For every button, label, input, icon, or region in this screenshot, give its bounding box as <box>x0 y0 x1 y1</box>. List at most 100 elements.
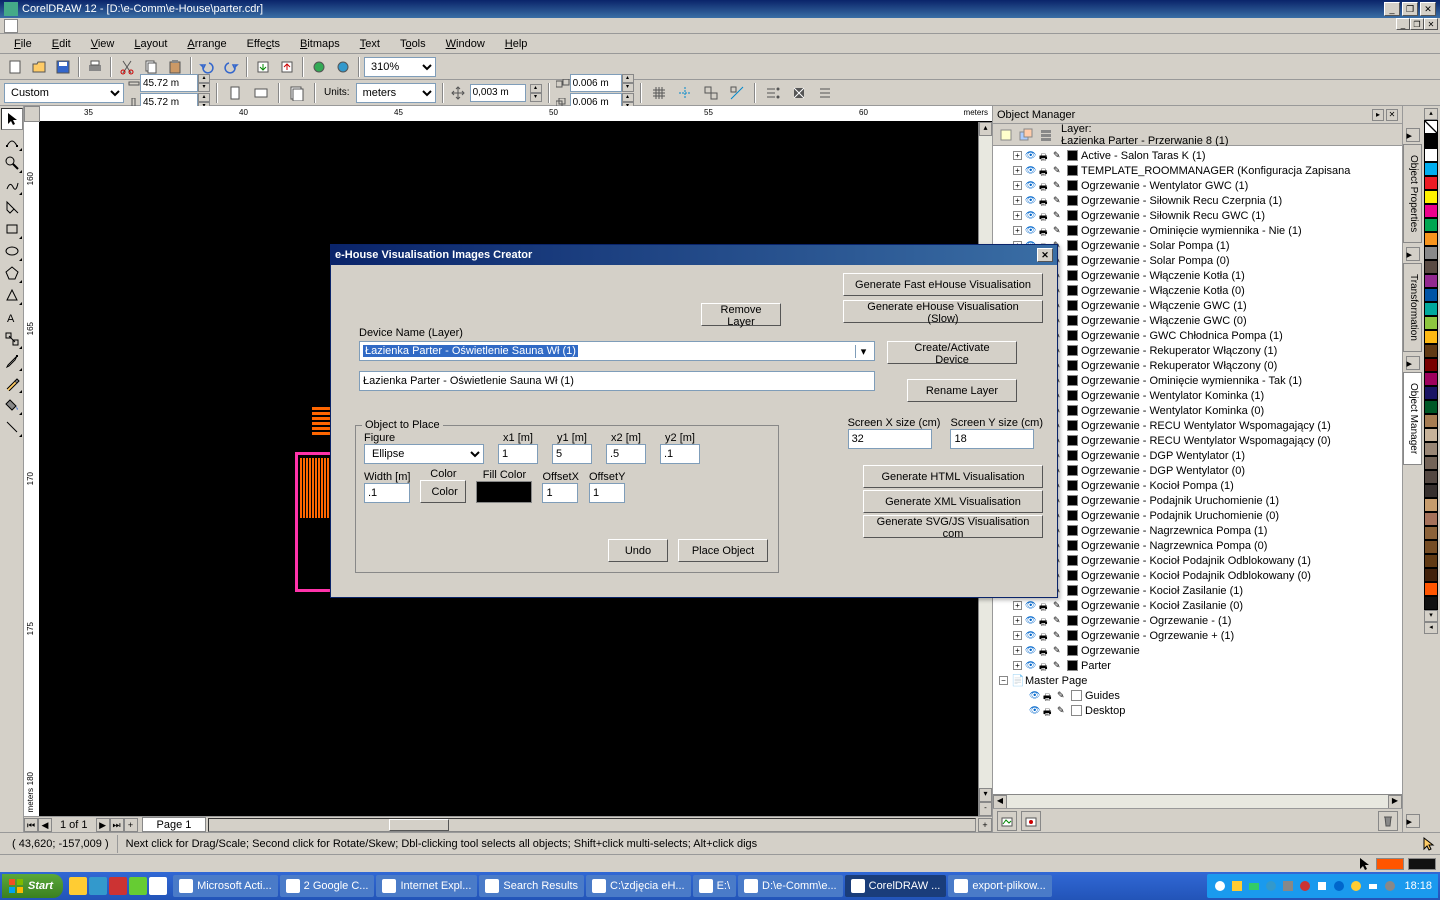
expand-icon[interactable]: + <box>1013 181 1022 190</box>
pencil-icon[interactable]: ✎ <box>1053 615 1067 626</box>
eye-icon[interactable]: 👁 <box>1025 600 1039 611</box>
units-select[interactable]: meters <box>356 83 436 103</box>
y1-input[interactable] <box>552 444 592 464</box>
expand-icon[interactable]: + <box>1013 211 1022 220</box>
document-icon[interactable] <box>4 19 18 33</box>
zoom-plus-button[interactable]: + <box>978 818 992 832</box>
color-swatch[interactable] <box>1067 480 1078 491</box>
master-page-row[interactable]: −📄Master Page <box>995 673 1400 688</box>
vertical-ruler[interactable]: 160 165 170 175 180 meters <box>24 122 40 816</box>
taskbar-item[interactable]: C:\zdjęcia eH... <box>586 875 691 897</box>
y2-input[interactable] <box>660 444 700 464</box>
shape-tool[interactable] <box>1 130 23 152</box>
layer-row[interactable]: +👁🖶✎Ogrzewanie - Wentylator GWC (1) <box>995 178 1400 193</box>
interactive-blend-tool[interactable] <box>1 328 23 350</box>
color-swatch[interactable] <box>1067 390 1078 401</box>
pencil-icon[interactable]: ✎ <box>1053 180 1067 191</box>
color-swatch[interactable] <box>1067 630 1078 641</box>
color-swatch[interactable] <box>1067 405 1078 416</box>
tray-icon[interactable] <box>1332 879 1346 893</box>
docker-tab-expand[interactable]: ▸ <box>1406 128 1420 142</box>
color-swatch[interactable] <box>1067 465 1078 476</box>
print-icon[interactable]: 🖶 <box>1039 645 1053 656</box>
tray-icon[interactable] <box>1230 879 1244 893</box>
expand-icon[interactable]: + <box>1013 166 1022 175</box>
delete-button[interactable] <box>1378 811 1398 831</box>
device-name-select[interactable]: Łazienka Parter - Oświetlenie Sauna Wł (… <box>359 341 875 361</box>
fill-color-indicator[interactable] <box>1376 858 1404 870</box>
color-swatch[interactable] <box>1067 555 1078 566</box>
expand-icon[interactable]: + <box>1013 661 1022 670</box>
start-button[interactable]: Start <box>2 874 63 898</box>
layer-row[interactable]: +👁🖶✎TEMPLATE_ROOMMANAGER (Konfiguracja Z… <box>995 163 1400 178</box>
color-swatch[interactable] <box>1067 195 1078 206</box>
redo-button[interactable] <box>220 56 242 78</box>
app-launcher-button[interactable] <box>308 56 330 78</box>
no-color-swatch[interactable] <box>1424 120 1438 134</box>
color-swatch[interactable] <box>1424 218 1438 232</box>
color-swatch[interactable] <box>1067 360 1078 371</box>
layer-row[interactable]: +👁🖶✎Ogrzewanie - Ogrzewanie - (1) <box>995 613 1400 628</box>
tray-icon[interactable] <box>1383 879 1397 893</box>
ruler-origin[interactable] <box>24 106 40 122</box>
create-activate-button[interactable]: Create/Activate Device <box>887 341 1017 364</box>
expand-icon[interactable]: + <box>1013 196 1022 205</box>
taskbar-item[interactable]: Internet Expl... <box>376 875 477 897</box>
taskbar-item[interactable]: CorelDRAW ... <box>845 875 947 897</box>
color-swatch[interactable] <box>1067 435 1078 446</box>
color-swatch[interactable] <box>1424 554 1438 568</box>
open-button[interactable] <box>28 56 50 78</box>
color-swatch[interactable] <box>1067 270 1078 281</box>
screen-x-input[interactable] <box>848 429 932 449</box>
print-icon[interactable]: 🖶 <box>1039 210 1053 221</box>
palette-down-button[interactable]: ▾ <box>1424 610 1438 622</box>
outline-tool[interactable] <box>1 372 23 394</box>
tray-icon[interactable] <box>1281 879 1295 893</box>
x1-input[interactable] <box>498 444 538 464</box>
color-swatch[interactable] <box>1424 512 1438 526</box>
pencil-icon[interactable]: ✎ <box>1053 225 1067 236</box>
undo-object-button[interactable]: Undo <box>608 539 668 562</box>
basic-shapes-tool[interactable] <box>1 284 23 306</box>
print-icon[interactable]: 🖶 <box>1039 615 1053 626</box>
text-tool[interactable]: A <box>1 306 23 328</box>
color-swatch[interactable] <box>1067 180 1078 191</box>
color-swatch[interactable] <box>1067 600 1078 611</box>
eye-icon[interactable]: 👁 <box>1025 645 1039 656</box>
expand-icon[interactable]: + <box>1013 226 1022 235</box>
eye-icon[interactable]: 👁 <box>1025 615 1039 626</box>
generate-svg-button[interactable]: Generate SVG/JS Visualisation com <box>863 515 1043 538</box>
taskbar-item[interactable]: Microsoft Acti... <box>173 875 278 897</box>
color-swatch[interactable] <box>1067 345 1078 356</box>
color-swatch[interactable] <box>1067 285 1078 296</box>
color-swatch[interactable] <box>1067 165 1078 176</box>
ql-icon-2[interactable] <box>89 877 107 895</box>
color-swatch[interactable] <box>1424 134 1438 148</box>
place-object-button[interactable]: Place Object <box>678 539 768 562</box>
color-swatch[interactable] <box>1067 510 1078 521</box>
eye-icon[interactable]: 👁 <box>1025 660 1039 671</box>
tray-icon[interactable] <box>1264 879 1278 893</box>
color-swatch[interactable] <box>1067 150 1078 161</box>
tray-icon[interactable] <box>1349 879 1363 893</box>
menu-file[interactable]: File <box>4 36 42 52</box>
mdi-restore-button[interactable]: ❐ <box>1410 18 1424 30</box>
remove-layer-button[interactable]: Remove Layer <box>701 303 781 326</box>
show-object-props-button[interactable] <box>997 126 1015 144</box>
menu-view[interactable]: View <box>81 36 125 52</box>
eye-icon[interactable]: 👁 <box>1025 180 1039 191</box>
next-page-button[interactable]: ▶ <box>96 818 110 832</box>
snap-to-objects-button[interactable] <box>700 82 722 104</box>
generate-xml-button[interactable]: Generate XML Visualisation <box>863 490 1043 513</box>
docker-menu-button[interactable]: ▸ <box>1372 109 1384 121</box>
color-swatch[interactable] <box>1424 246 1438 260</box>
print-icon[interactable]: 🖶 <box>1039 165 1053 176</box>
color-swatch[interactable] <box>1424 260 1438 274</box>
width-spinner[interactable]: ▴▾ <box>198 74 210 92</box>
color-swatch[interactable] <box>1424 358 1438 372</box>
expand-icon[interactable]: + <box>1013 631 1022 640</box>
maximize-button[interactable]: ❐ <box>1402 2 1418 16</box>
color-swatch[interactable] <box>1424 582 1438 596</box>
print-icon[interactable]: 🖶 <box>1039 660 1053 671</box>
minimize-button[interactable]: _ <box>1384 2 1400 16</box>
